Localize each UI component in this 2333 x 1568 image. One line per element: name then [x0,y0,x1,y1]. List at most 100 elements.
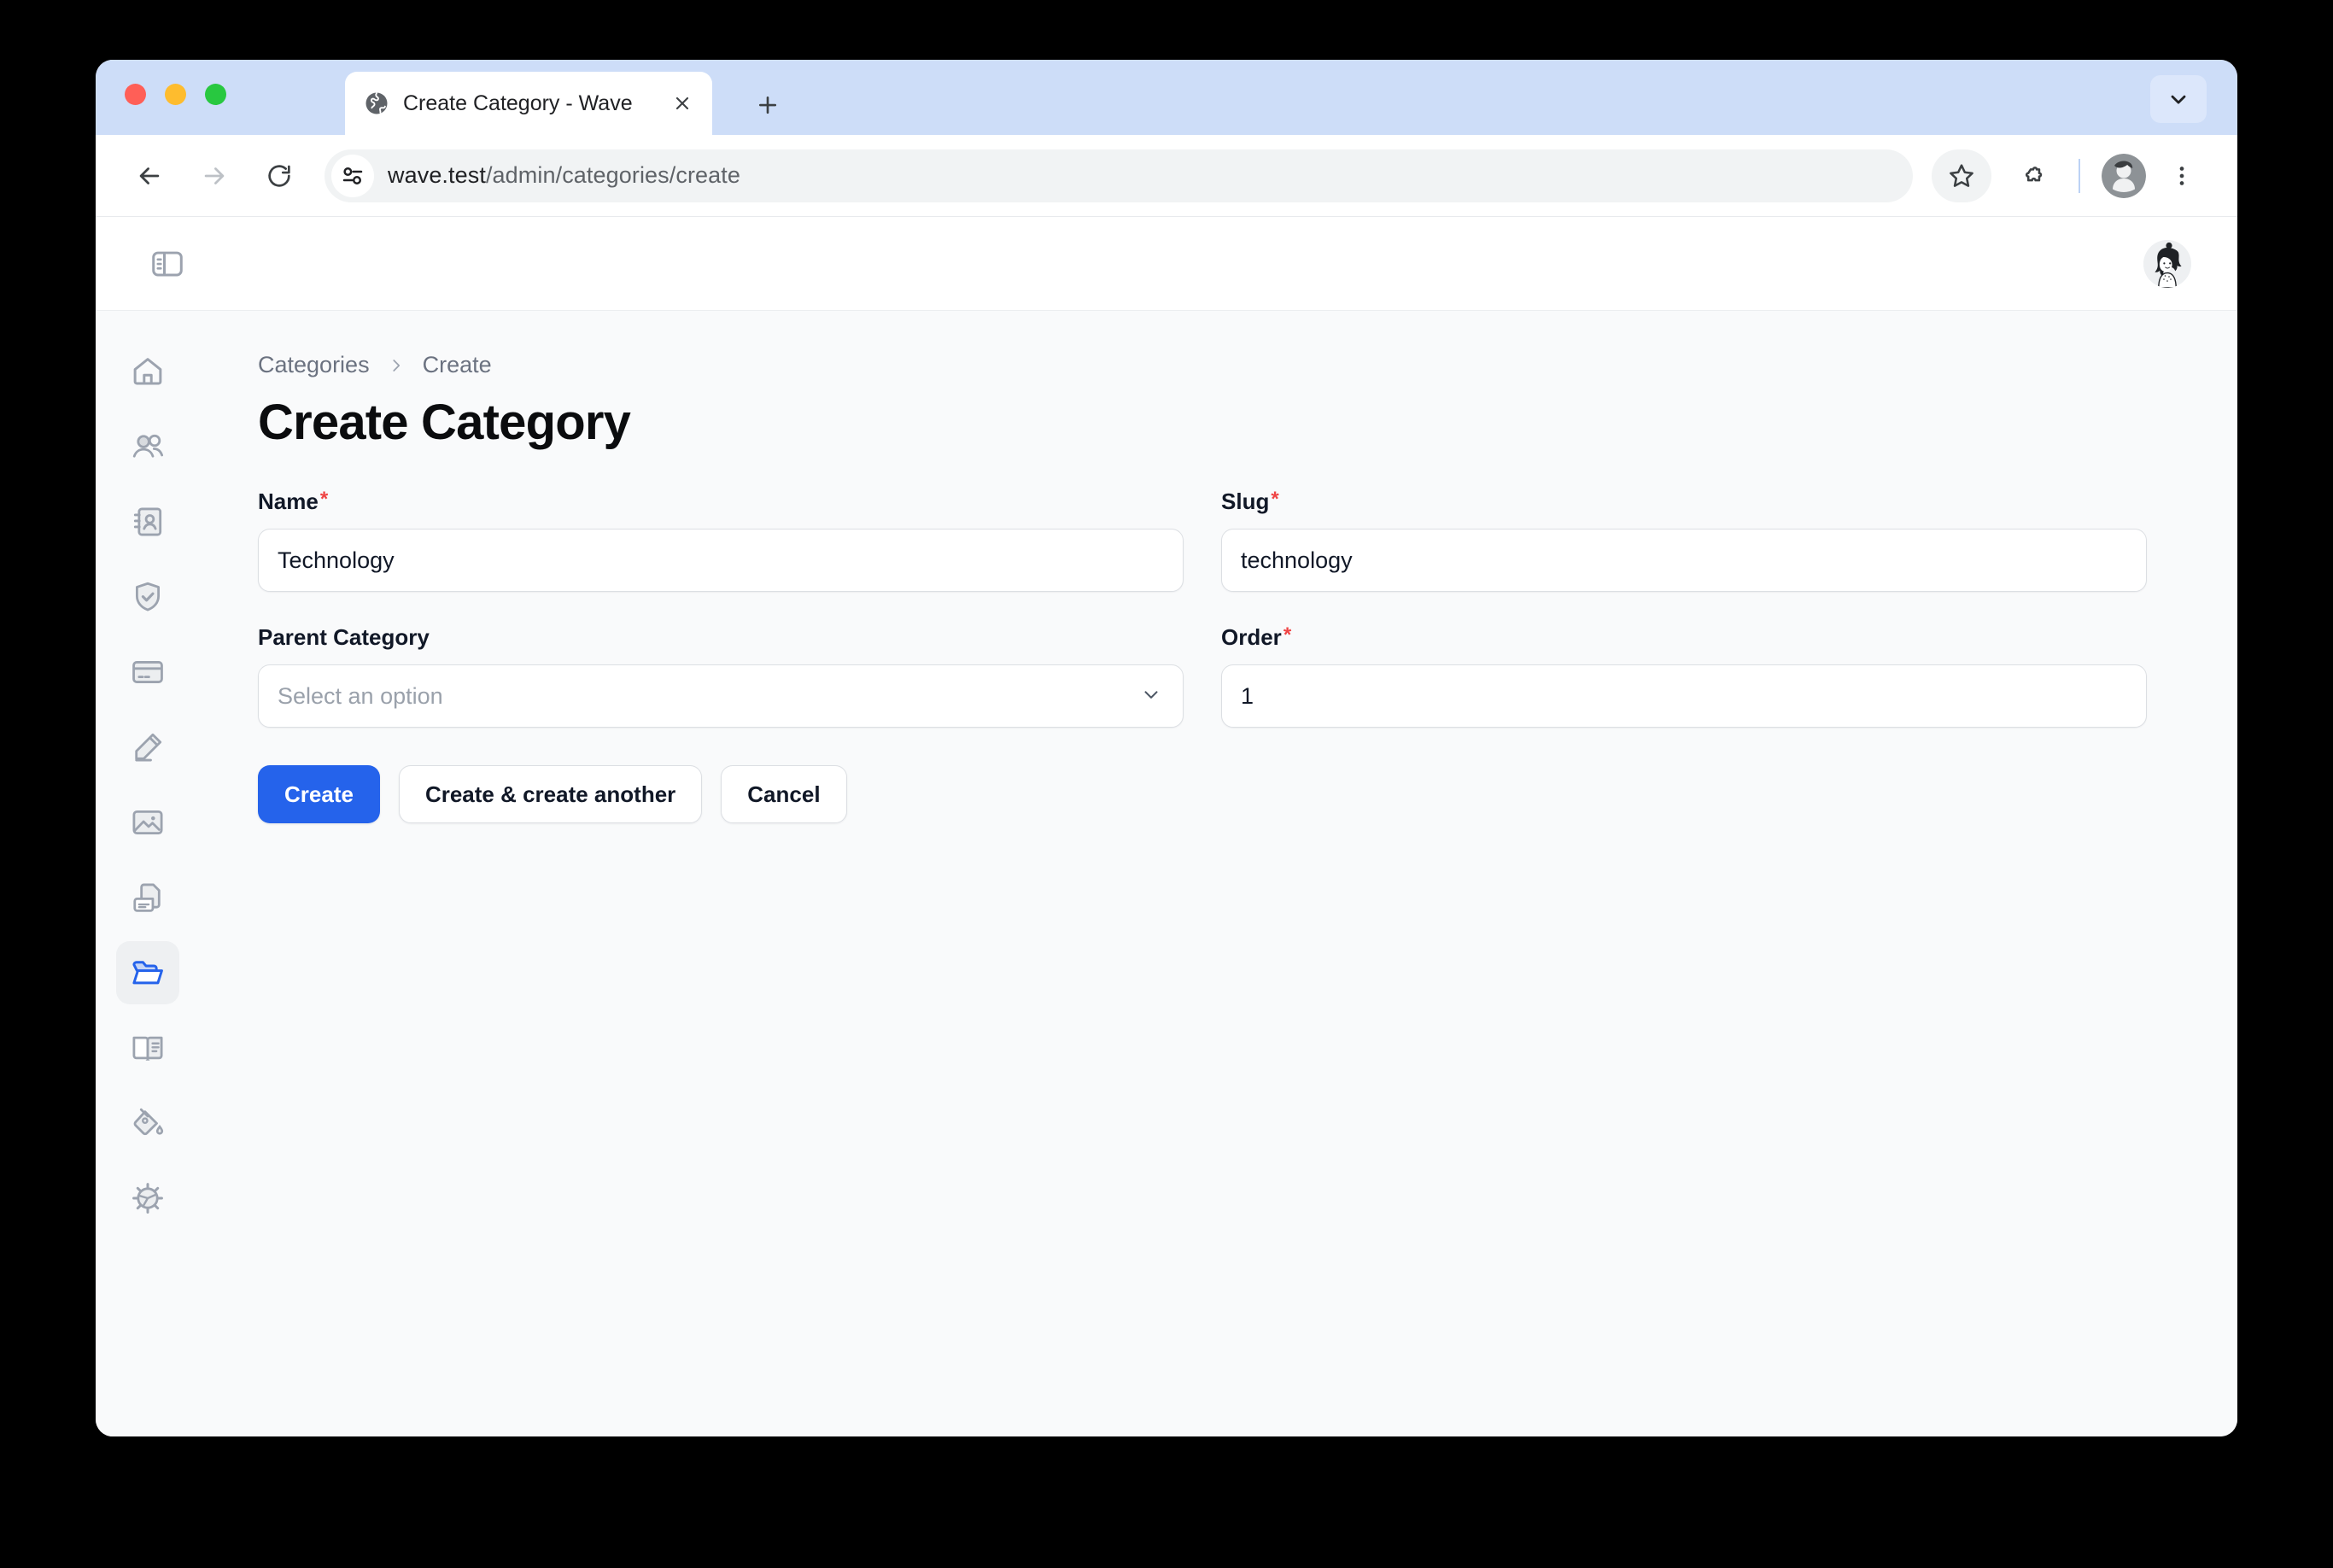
browser-tab[interactable]: Create Category - Wave [345,72,712,135]
image-icon [132,810,163,834]
required-marker: * [319,488,329,511]
users-icon [132,434,164,458]
sidebar-item-roles[interactable] [116,565,179,629]
app-body: Categories Create Create Category Name* [96,311,2237,1436]
puzzle-piece-icon [2025,166,2043,181]
sidebar-nav [96,311,200,1436]
minimize-window-button[interactable] [165,84,186,105]
toolbar-divider [2079,158,2080,193]
parent-category-label-text: Parent Category [258,624,430,650]
slug-label: Slug * [1221,489,2147,515]
more-vertical-icon [2179,166,2184,185]
pencil-icon [135,733,162,762]
sidebar-item-contacts[interactable] [116,490,179,553]
user-avatar[interactable] [2143,239,2191,288]
close-window-button[interactable] [125,84,146,105]
url-text: wave.test/admin/categories/create [388,162,740,189]
profile-avatar [2102,153,2146,198]
reload-button[interactable] [249,146,309,206]
application-area: Categories Create Create Category Name* [96,217,2237,1436]
plus-icon [758,96,777,114]
parent-category-placeholder: Select an option [278,682,443,709]
paint-bucket-icon [133,1108,164,1136]
order-label-text: Order [1221,624,1282,650]
required-marker: * [1271,488,1279,511]
bookmark-button[interactable] [1932,149,1991,202]
sidebar-item-billing[interactable] [116,641,179,704]
order-label: Order * [1221,624,2147,651]
tab-strip: Create Category - Wave [96,60,2237,135]
cancel-button[interactable]: Cancel [721,765,847,823]
breadcrumb: Categories Create [258,352,2178,378]
gear-icon [132,1183,163,1214]
name-label: Name * [258,489,1184,515]
site-info-button[interactable] [331,154,374,197]
sidebar-item-themes[interactable] [116,1091,179,1155]
browser-menu-button[interactable] [2155,149,2208,202]
extensions-button[interactable] [2008,149,2061,202]
sidebar-item-users[interactable] [116,415,179,478]
order-input[interactable] [1221,664,2147,728]
sidebar-item-media[interactable] [116,791,179,854]
parent-category-label: Parent Category [258,624,1184,651]
page-title: Create Category [258,395,631,450]
book-open-icon [132,1036,163,1061]
chevron-down-icon [1140,683,1162,710]
close-icon[interactable] [669,91,695,116]
chevron-down-glyph [1144,690,1158,699]
new-tab-button[interactable] [753,91,782,120]
forward-button[interactable] [184,146,244,206]
arrow-right-icon [204,167,225,184]
field-parent-category: Parent Category Select an option [258,624,1184,728]
credit-card-icon [132,661,163,683]
window-traffic-lights [125,84,226,105]
field-name: Name * [258,489,1184,592]
parent-category-select[interactable]: Select an option [258,664,1184,728]
sidebar-item-pages[interactable] [116,866,179,929]
tune-sliders-icon [342,167,363,184]
field-slug: Slug * [1221,489,2147,592]
back-button[interactable] [120,146,179,206]
home-icon [133,358,162,385]
main-content: Categories Create Create Category Name* [200,311,2237,1436]
sidebar-item-dashboard[interactable] [116,340,179,403]
name-input[interactable] [258,529,1184,592]
slug-label-text: Slug [1221,489,1270,514]
chevron-right-glyph [392,359,400,372]
tab-list-button[interactable] [2150,75,2207,123]
url-host: wave.test [388,162,486,188]
sidebar-toggle-icon[interactable] [145,242,190,286]
breadcrumb-parent[interactable]: Categories [258,352,370,378]
create-button[interactable]: Create [258,765,380,823]
sidebar-toggle-glyph [152,251,183,276]
maximize-window-button[interactable] [205,84,226,105]
create-and-create-another-button[interactable]: Create & create another [398,765,703,823]
user-avatar-image [2143,239,2191,288]
tab-title: Create Category - Wave [403,91,633,115]
address-bar[interactable]: wave.test/admin/categories/create [325,149,1913,202]
create-category-form: Name* Slug* Parent Category [258,489,2147,728]
shield-check-icon [136,582,160,611]
contact-book-icon [133,507,162,536]
sidebar-item-docs[interactable] [116,1016,179,1079]
close-glyph [675,97,689,110]
sidebar-item-settings[interactable] [116,1167,179,1230]
sidebar-item-categories[interactable] [116,941,179,1004]
slug-input[interactable] [1221,529,2147,592]
breadcrumb-current: Create [422,352,492,377]
browser-window: Create Category - Wave wave.test/admin/c… [96,60,2237,1436]
folder-open-icon [132,961,163,985]
app-header [96,217,2237,311]
star-icon [1950,163,1973,187]
field-order: Order * [1221,624,2147,728]
required-marker: * [1283,623,1292,647]
form-actions: Create Create & create another Cancel [258,765,2178,823]
documents-icon [133,883,161,912]
name-label-text: Name [258,489,319,514]
profile-button[interactable] [2097,149,2150,202]
sidebar-item-posts[interactable] [116,716,179,779]
arrow-left-icon [139,167,160,184]
chevron-right-icon [387,356,406,375]
browser-toolbar: wave.test/admin/categories/create [96,135,2237,217]
reload-icon [268,164,290,187]
